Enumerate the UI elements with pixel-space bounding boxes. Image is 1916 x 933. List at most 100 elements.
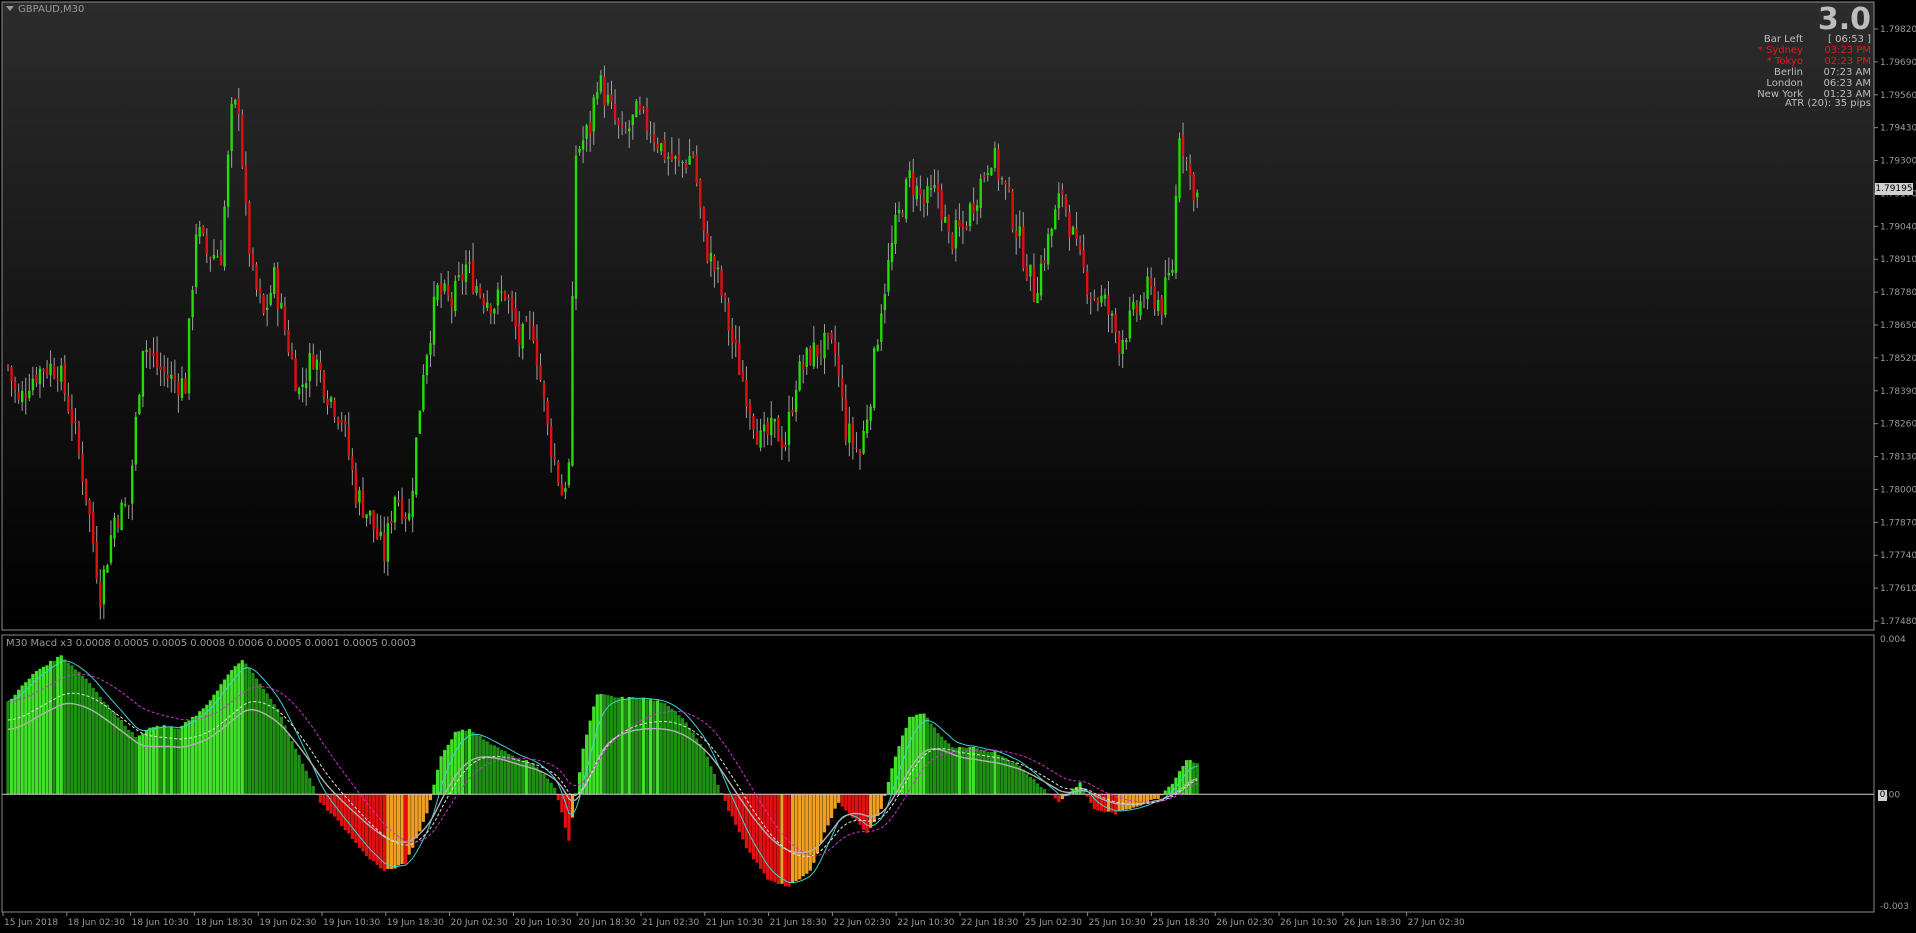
macd-bar: [865, 794, 869, 833]
candle-body: [404, 516, 407, 520]
candle-body: [557, 462, 560, 483]
time-tick-label: 26 Jun 10:30: [1280, 918, 1337, 928]
candle-body: [1046, 234, 1050, 265]
macd-bar: [1163, 790, 1167, 795]
macd-bar: [269, 698, 273, 795]
candle-body: [571, 295, 574, 466]
candle-body: [461, 273, 464, 281]
time-tick-label: 20 Jun 02:30: [451, 918, 508, 928]
macd-bar: [194, 715, 198, 795]
macd-bar: [1099, 794, 1103, 812]
candle-body: [333, 399, 336, 418]
candle-body: [855, 447, 858, 449]
candle-body: [322, 372, 326, 398]
macd-bar: [1035, 783, 1040, 795]
macd-bar: [45, 665, 49, 795]
candle-body: [592, 97, 595, 132]
macd-bar: [822, 794, 827, 833]
macd-bar: [638, 698, 642, 795]
candle-body: [209, 257, 212, 259]
macd-bar: [915, 714, 919, 795]
candle-body: [393, 497, 397, 523]
dropdown-triangle-icon[interactable]: [6, 6, 14, 11]
candle-body: [436, 285, 439, 301]
time-tick-label: 25 Jun 10:30: [1089, 918, 1146, 928]
candle-body: [6, 366, 10, 368]
candle-body: [649, 134, 652, 136]
time-tick-label: 18 Jun 18:30: [195, 918, 252, 928]
macd-bar: [166, 726, 170, 795]
candle-body: [791, 410, 794, 413]
atr-readout: ATR (20): 35 pips: [1785, 98, 1871, 109]
macd-bar: [1188, 760, 1192, 795]
candle-body: [1185, 159, 1188, 161]
time-tick-label: 22 Jun 10:30: [897, 918, 954, 928]
candle-body: [841, 378, 844, 398]
candle-body: [13, 381, 17, 390]
candle-body: [77, 426, 81, 454]
candle-body: [858, 452, 862, 456]
time-tick-label: 25 Jun 02:30: [1025, 918, 1082, 928]
candle-body: [1015, 230, 1018, 238]
macd-bar: [684, 722, 688, 795]
candle-body: [397, 500, 400, 503]
macd-bar: [734, 794, 738, 825]
candle-body: [738, 343, 741, 375]
candle-body: [163, 366, 166, 372]
candle-body: [56, 378, 59, 381]
candle-body: [574, 155, 578, 299]
candle-body: [1174, 195, 1178, 274]
candle-body: [361, 490, 365, 517]
candle-body: [802, 364, 805, 370]
candle-body: [1061, 189, 1064, 196]
macd-bar: [1032, 779, 1036, 795]
candle-body: [862, 430, 865, 454]
session-name: Berlin: [1773, 67, 1803, 78]
price-tick-label: 1.78260: [1880, 420, 1916, 430]
candle-body: [138, 395, 141, 414]
candle-body: [677, 154, 681, 161]
price-tick-label: 1.78390: [1880, 387, 1916, 397]
candle-body: [954, 220, 958, 249]
macd-bar: [144, 730, 149, 795]
macd-bar: [329, 794, 333, 814]
macd-bar: [929, 723, 933, 795]
candle-body: [851, 423, 855, 446]
candle-body: [248, 202, 251, 255]
candle-body: [471, 260, 475, 293]
candle-body: [194, 234, 198, 287]
candle-body: [880, 313, 883, 343]
candle-body: [70, 409, 74, 424]
macd-bar: [13, 694, 17, 795]
macd-bar: [148, 727, 152, 795]
macd-bar: [226, 674, 230, 795]
macd-bar: [790, 794, 795, 884]
macd-bar: [265, 693, 269, 795]
symbol-label[interactable]: GBPAUD,M30: [6, 4, 84, 15]
macd-bar: [457, 731, 461, 795]
candle-body: [187, 318, 191, 394]
macd-bar: [91, 687, 95, 795]
macd-bar: [702, 748, 706, 795]
candle-body: [794, 389, 798, 412]
price-tick-label: 1.78910: [1880, 255, 1916, 265]
macd-bar: [258, 683, 262, 795]
macd-bar: [631, 697, 635, 795]
macd-bar: [812, 794, 816, 863]
candle-body: [990, 168, 993, 176]
candle-body: [940, 189, 943, 221]
price-tick-label: 1.79300: [1880, 157, 1916, 167]
candle-body: [613, 103, 617, 120]
macd-bar: [553, 787, 557, 795]
session-row: Berlin 07:23 AM: [1761, 67, 1871, 78]
candle-body: [1146, 276, 1149, 300]
chart-canvas[interactable]: 1.79820 1.79690 1.79560 1.79430 1.79300 1.791…: [0, 0, 1916, 933]
time-tick-label: 15 Jun 2018: [4, 918, 58, 928]
candle-body: [74, 421, 77, 423]
macd-bar: [837, 794, 841, 803]
macd-bar: [382, 794, 386, 871]
candle-body: [88, 499, 91, 515]
candle-body: [1188, 163, 1192, 176]
candle-body: [1018, 226, 1021, 236]
candle-body: [478, 287, 482, 296]
